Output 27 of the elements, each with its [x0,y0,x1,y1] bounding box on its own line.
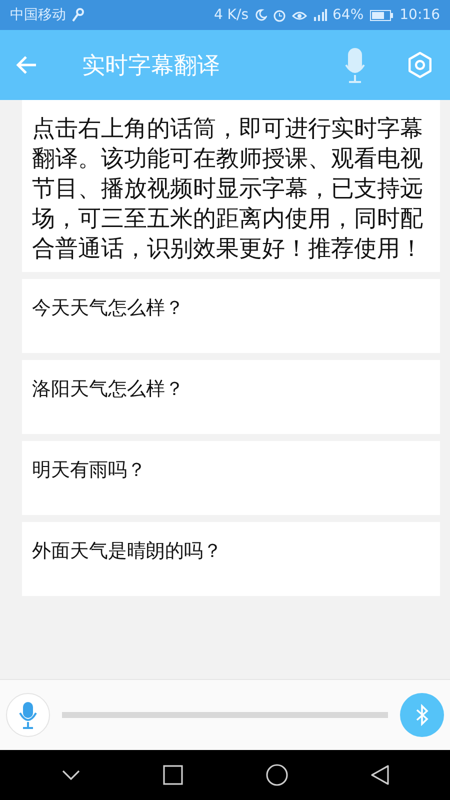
clock-time: 10:16 [400,7,440,23]
network-speed: 4 K/s [214,7,249,23]
back-button[interactable] [16,55,38,75]
recent-apps-button[interactable] [162,765,182,785]
carrier-name: 中国移动 [10,6,66,24]
settings-button[interactable] [406,51,434,79]
home-button[interactable] [266,764,288,786]
page-title: 实时字幕翻译 [82,52,221,80]
back-nav-button[interactable] [370,765,388,785]
signal-icon [312,9,327,21]
alarm-icon [272,8,286,22]
voice-input-button[interactable] [6,693,50,737]
bluetooth-button[interactable] [400,693,444,737]
message-text: 外面天气是晴朗的吗？ [32,540,222,562]
intro-text: 点击右上角的话筒，即可进行实时字幕翻译。该功能可在教师授课、观看电视节目、播放视频时显示字幕，已支持远场，可三至五米的距离内使用，同时配合普通话，识别效果更好！推荐使用！ [32,115,424,264]
message-text: 洛阳天气怎么样？ [32,378,184,400]
microphone-button[interactable] [344,47,366,83]
battery-percent: 64% [332,7,364,23]
message-text: 今天天气怎么样？ [32,297,184,319]
collapse-button[interactable] [62,770,80,780]
battery-icon [370,10,394,20]
microphone-icon [18,701,38,729]
eye-icon [292,10,307,20]
moon-icon [254,9,267,21]
bluetooth-icon [415,704,429,726]
key-icon [72,8,84,22]
message-text: 明天有雨吗？ [32,459,146,481]
